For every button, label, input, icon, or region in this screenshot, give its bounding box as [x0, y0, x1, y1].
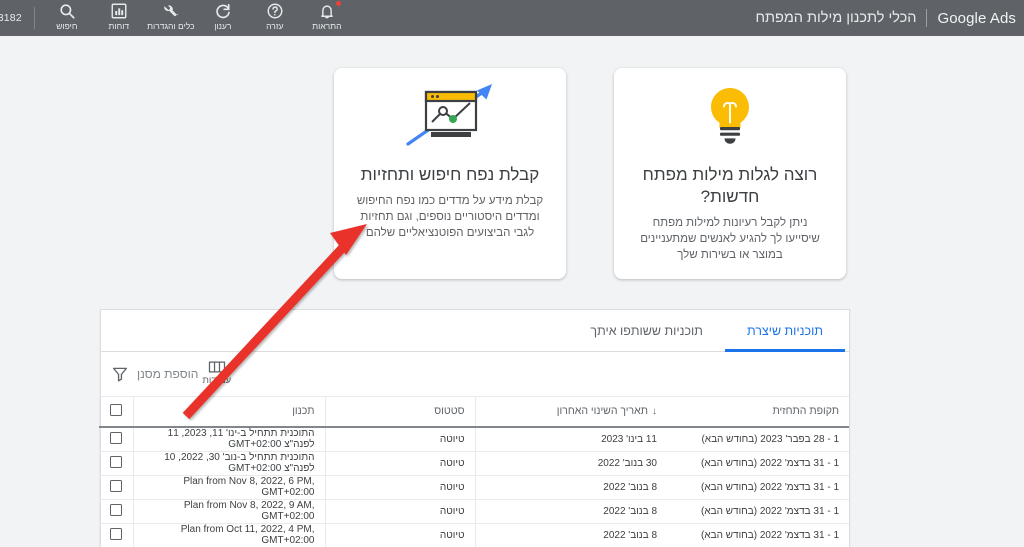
filter-group: הוספת מסנן: [111, 365, 198, 383]
tab-plans-shared-with-you[interactable]: תוכניות ששותפו איתך: [568, 310, 725, 351]
sort-descending-arrow-icon: ↓: [652, 406, 657, 418]
columns-button-label: עמודות: [202, 375, 232, 386]
chart-window-illustration: [356, 68, 544, 164]
nav-item-refresh[interactable]: רענון: [197, 2, 249, 31]
column-header-forecast-period[interactable]: תקופת התחזית: [667, 396, 849, 428]
cell-plan-link[interactable]: Plan from Oct 11, 2022, 4 PM, GMT+02:00: [132, 522, 325, 547]
plans-panel: תוכניות שיצרת תוכניות ששותפו איתך עמודות…: [98, 309, 850, 547]
google-ads-brand-label: Google Ads: [937, 9, 1016, 27]
nav-label-reports: דוחות: [108, 21, 130, 31]
nav-item-reports[interactable]: דוחות: [93, 2, 145, 31]
cell-status: טיוטה: [324, 426, 475, 451]
cards-area: רוצה לגלות מילות מפתח חדשות? ניתן לקבל ר…: [0, 36, 1024, 301]
select-all-checkbox[interactable]: [110, 403, 122, 416]
topbar-right-group: Google Ads הכלי לתכנון מילות המפתח: [755, 0, 1024, 36]
column-header-status[interactable]: סטטוס: [324, 396, 475, 428]
columns-button[interactable]: עמודות: [202, 360, 231, 388]
cell-plan-link[interactable]: Plan from Nov 8, 2022, 6 PM, GMT+02:00: [132, 474, 325, 499]
cell-forecast-period: 1 - 31 בדצמ' 2022 (בחודש הבא): [667, 522, 849, 547]
account-id-label: -3182: [0, 12, 22, 24]
topbar-divider: [33, 7, 35, 29]
row-checkbox[interactable]: [110, 503, 122, 516]
row-checkbox[interactable]: [110, 431, 122, 444]
cell-last-modified: 8 בנוב' 2022: [474, 522, 667, 547]
columns-icon: [208, 360, 226, 374]
cell-plan-link[interactable]: התוכנית תתחיל ב-ינו' 11, 2023, 11 לפנה"צ…: [132, 426, 325, 451]
card-description-search-volume-and-forecasts: קבלת מידע על מדדים כמו נפח החיפוש ומדדים…: [356, 195, 544, 239]
top-navigation-bar: -3182 חיפוש: [0, 0, 1024, 36]
column-header-last-modified[interactable]: ↓ תאריך השינוי האחרון: [474, 396, 667, 428]
topbar-left-group: -3182 חיפוש: [0, 0, 353, 36]
add-filter-label[interactable]: הוספת מסנן: [137, 367, 198, 381]
cell-status: טיוטה: [324, 498, 475, 523]
nav-item-tools-and-settings[interactable]: כלים והגדרות: [145, 2, 197, 31]
cell-row-select: [98, 522, 133, 547]
brand-separator: [926, 9, 928, 27]
cell-row-select: [98, 450, 133, 475]
card-discover-new-keywords[interactable]: רוצה לגלות מילות מפתח חדשות? ניתן לקבל ר…: [614, 68, 846, 279]
cell-row-select: [98, 474, 133, 499]
topbar-nav-items: חיפוש דוחות כלים והגדרות רענון עזרה התרא…: [41, 0, 353, 31]
cell-row-select: [98, 426, 133, 451]
table-row[interactable]: 1 - 31 בדצמ' 2022 (בחודש הבא) 30 בנוב' 2…: [98, 450, 849, 475]
cell-forecast-period: 1 - 31 בדצמ' 2022 (בחודש הבא): [667, 450, 849, 475]
cell-forecast-period: 1 - 31 בדצמ' 2022 (בחודש הבא): [667, 474, 849, 499]
cell-plan-link[interactable]: Plan from Nov 8, 2022, 9 AM, GMT+02:00: [132, 498, 325, 523]
card-title-discover-new-keywords: רוצה לגלות מילות מפתח חדשות?: [642, 165, 818, 206]
row-checkbox[interactable]: [110, 479, 122, 492]
cell-last-modified: 8 בנוב' 2022: [474, 474, 667, 499]
nav-label-help: עזרה: [266, 21, 284, 31]
chart-window-icon: [406, 84, 492, 146]
cell-forecast-period: 1 - 31 בדצמ' 2022 (בחודש הבא): [667, 498, 849, 523]
tab-label-plans-shared-with-you: תוכניות ששותפו איתך: [590, 323, 703, 338]
plans-table-body: 1 - 28 בפבר' 2023 (בחודש הבא) 11 בינו' 2…: [98, 426, 849, 547]
cell-forecast-period: 1 - 28 בפבר' 2023 (בחודש הבא): [667, 426, 849, 451]
search-icon: [58, 2, 76, 20]
cell-last-modified: 11 בינו' 2023: [474, 426, 667, 451]
table-row[interactable]: 1 - 31 בדצמ' 2022 (בחודש הבא) 8 בנוב' 20…: [98, 498, 849, 523]
cell-plan-link[interactable]: התוכנית תתחיל ב-נוב' 30, 2022, 10 לפנה"צ…: [132, 450, 325, 475]
tab-plans-you-created[interactable]: תוכניות שיצרת: [724, 310, 846, 352]
nav-item-search[interactable]: חיפוש: [41, 2, 93, 31]
help-icon: [266, 2, 284, 20]
lightbulb-icon: [711, 88, 749, 144]
plans-table-head: תקופת התחזית ↓תאריך השינוי האחרון סטטוס …: [98, 396, 849, 428]
reports-icon: [110, 2, 128, 20]
card-description-discover-new-keywords: ניתן לקבל רעיונות למילות מפתח שיסייעו לך…: [640, 217, 820, 261]
notification-badge-dot: [335, 1, 341, 6]
tools-and-settings-icon: [162, 2, 180, 20]
plans-toolbar: עמודות הוספת מסנן: [101, 352, 849, 396]
table-row[interactable]: 1 - 28 בפבר' 2023 (בחודש הבא) 11 בינו' 2…: [98, 426, 849, 451]
filter-funnel-icon[interactable]: [111, 365, 129, 383]
nav-item-help[interactable]: עזרה: [249, 2, 301, 31]
table-row[interactable]: 1 - 31 בדצמ' 2022 (בחודש הבא) 8 בנוב' 20…: [98, 474, 849, 499]
page-title: הכלי לתכנון מילות המפתח: [755, 10, 917, 26]
row-checkbox[interactable]: [110, 527, 122, 540]
column-header-last-modified-label: תאריך השינוי האחרון: [556, 405, 648, 418]
cell-row-select: [98, 498, 133, 523]
cell-status: טיוטה: [324, 474, 475, 499]
column-header-plan[interactable]: תכנון: [132, 396, 325, 428]
card-title-search-volume-and-forecasts: קבלת נפח חיפוש ותחזיות: [360, 165, 540, 184]
table-row[interactable]: 1 - 31 בדצמ' 2022 (בחודש הבא) 8 בנוב' 20…: [98, 522, 849, 547]
plans-tabs: תוכניות שיצרת תוכניות ששותפו איתך: [101, 310, 849, 352]
refresh-icon: [214, 2, 232, 20]
cell-last-modified: 8 בנוב' 2022: [474, 498, 667, 523]
card-search-volume-and-forecasts[interactable]: קבלת נפח חיפוש ותחזיות קבלת מידע על מדדי…: [334, 68, 566, 279]
notifications-bell-icon: [318, 2, 336, 20]
lightbulb-illustration: [636, 68, 824, 164]
nav-label-tools-and-settings: כלים והגדרות: [147, 21, 195, 31]
column-header-select-all: [98, 396, 133, 428]
nav-label-notifications: התראות: [312, 21, 342, 31]
row-checkbox[interactable]: [110, 455, 122, 468]
table-header-row: תקופת התחזית ↓תאריך השינוי האחרון סטטוס …: [98, 396, 849, 428]
cell-status: טיוטה: [324, 450, 475, 475]
nav-label-refresh: רענון: [214, 21, 232, 31]
cell-status: טיוטה: [324, 522, 475, 547]
tab-label-plans-you-created: תוכניות שיצרת: [746, 323, 823, 338]
nav-label-search: חיפוש: [56, 21, 78, 31]
nav-item-notifications[interactable]: התראות: [301, 1, 353, 31]
cell-last-modified: 30 בנוב' 2022: [474, 450, 667, 475]
